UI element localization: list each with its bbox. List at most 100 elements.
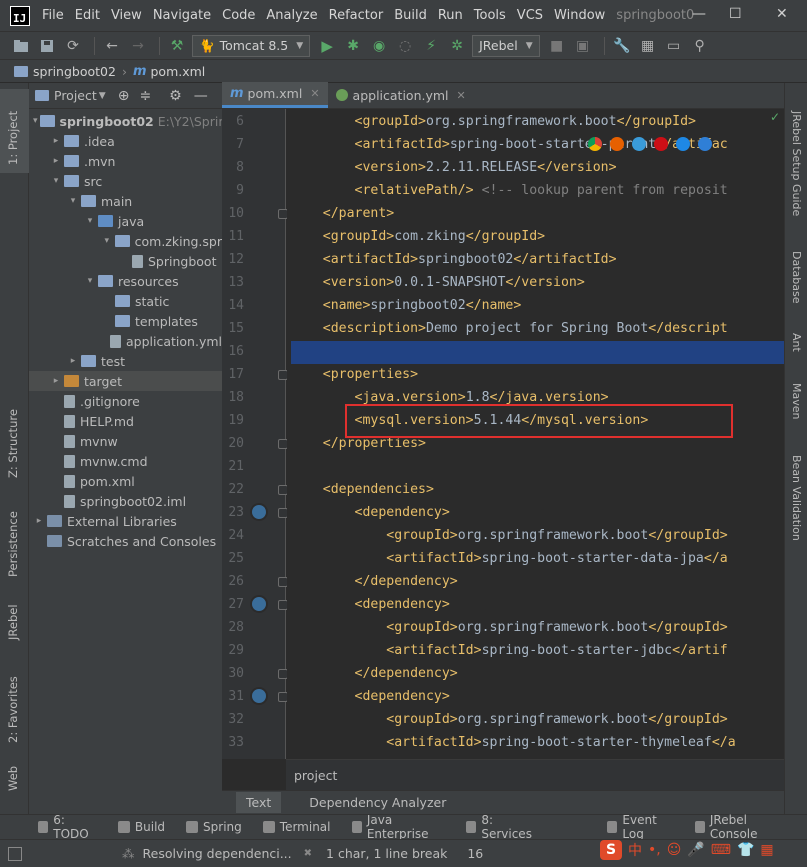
open-folder-icon[interactable] [10,35,32,57]
menu-view[interactable]: View [111,8,142,23]
locate-target-icon[interactable]: ⊕ [118,88,130,104]
chrome-icon[interactable] [588,137,602,151]
collapsed-arrow-icon[interactable]: ▸ [50,376,62,386]
menu-window[interactable]: Window [554,8,605,23]
tree-item[interactable]: ▾ springboot02 E:\Y2\Sprin [29,111,222,131]
tree-item[interactable]: application.yml [29,331,222,351]
tool-tab-ant[interactable]: Ant [790,333,803,352]
tree-item[interactable]: ▾ com.zking.spr [29,231,222,251]
tree-item[interactable]: static [29,291,222,311]
tool-window-6-todo[interactable]: 6: TODO [38,813,97,841]
tree-item[interactable]: ▾ java [29,211,222,231]
search-icon[interactable]: ⚲ [689,35,711,57]
maven-dependency-icon[interactable] [250,687,268,705]
keyboard-icon[interactable]: ⌨ [711,842,731,858]
jrebel-debug-icon[interactable]: ✲ [446,35,468,57]
tree-item[interactable]: ▸ .idea [29,131,222,151]
tool-tab-bean-validation[interactable]: Bean Validation [790,455,803,541]
tool-tab-structure[interactable]: Z: Structure [6,409,20,478]
expanded-arrow-icon[interactable]: ▾ [50,176,62,186]
chevron-down-icon[interactable]: ▼ [99,91,106,101]
menu-analyze[interactable]: Analyze [266,8,317,23]
tool-window-jrebel-console[interactable]: JRebel Console [694,813,786,841]
collapsed-arrow-icon[interactable]: ▸ [50,156,62,166]
collapse-all-icon[interactable]: ≑ [139,88,151,104]
collapsed-arrow-icon[interactable]: ▸ [33,516,45,526]
microphone-icon[interactable]: 🎤 [687,842,704,858]
wrench-settings-icon[interactable]: 🔧 [611,35,633,57]
tool-tab-favorites[interactable]: 2: Favorites [6,676,20,743]
run-icon[interactable]: ▶ [316,35,338,57]
tree-item[interactable]: mvnw.cmd [29,451,222,471]
sync-icon[interactable]: ⟳ [62,35,84,57]
tree-item[interactable]: ▾ main [29,191,222,211]
project-structure-icon[interactable]: ▦ [637,35,659,57]
tool-tab-jrebel-setup[interactable]: JRebel Setup Guide [790,111,803,216]
tree-item[interactable]: pom.xml [29,471,222,491]
debug-icon[interactable]: ✱ [342,35,364,57]
tool-window-8-services[interactable]: 8: Services [466,813,538,841]
tree-item[interactable]: ▾ src [29,171,222,191]
punctuation-icon[interactable]: •, [648,842,661,858]
caret-column[interactable]: 16 [467,846,483,861]
project-panel-title[interactable]: Project [54,88,97,103]
toolbox-icon[interactable]: ▦ [760,842,773,858]
panel-toggle-icon[interactable] [8,846,22,861]
tree-item[interactable]: ▸ .mvn [29,151,222,171]
jrebel-run-icon[interactable]: ⚡ [420,35,442,57]
terminal-window-icon[interactable]: ▭ [663,35,685,57]
background-task-text[interactable]: Resolving dependenci... [143,846,292,861]
build-hammer-icon[interactable]: ⚒ [166,35,188,57]
skin-icon[interactable]: 👕 [737,842,754,858]
tool-window-terminal[interactable]: Terminal [262,820,331,834]
save-icon[interactable] [36,35,58,57]
maven-dependency-icon[interactable] [250,503,268,521]
maximize-button[interactable]: ☐ [729,6,742,22]
back-arrow-icon[interactable]: ← [101,35,123,57]
expanded-arrow-icon[interactable]: ▾ [84,276,96,286]
tool-window-event-log[interactable]: Event Log [607,813,673,841]
expanded-arrow-icon[interactable]: ▾ [84,216,96,226]
menu-refactor[interactable]: Refactor [329,8,384,23]
collapsed-arrow-icon[interactable]: ▸ [50,136,62,146]
editor-breadcrumb-label[interactable]: project [294,768,337,783]
collapsed-arrow-icon[interactable]: ▸ [67,356,79,366]
coverage-icon[interactable]: ◉ [368,35,390,57]
selection-info[interactable]: 1 char, 1 line break [326,846,447,861]
tool-tab-persistence[interactable]: Persistence [6,511,20,577]
menu-tools[interactable]: Tools [474,8,506,23]
tool-tab-project[interactable]: 1: Project [6,111,20,165]
update-icon[interactable]: ▣ [572,35,594,57]
tab-dependency-analyzer[interactable]: Dependency Analyzer [299,792,456,813]
breadcrumb-file[interactable]: pom.xml [151,64,206,79]
minimize-button[interactable]: — [692,6,706,22]
hide-panel-icon[interactable]: — [194,88,208,104]
close-button[interactable]: ✕ [776,6,788,22]
menu-file[interactable]: File [42,8,64,23]
close-icon[interactable]: ✕ [457,89,466,102]
tree-item[interactable]: Scratches and Consoles [29,531,222,551]
tool-window-java-enterprise[interactable]: Java Enterprise [351,813,446,841]
menu-navigate[interactable]: Navigate [153,8,211,23]
sogou-ime-logo[interactable]: S [600,840,622,860]
tree-item[interactable]: springboot02.iml [29,491,222,511]
menu-vcs[interactable]: VCS [517,8,543,23]
expanded-arrow-icon[interactable]: ▾ [101,236,113,246]
tree-item[interactable]: ▾ resources [29,271,222,291]
editor-tab-application-yml[interactable]: application.yml ✕ [328,82,474,108]
tab-text[interactable]: Text [236,792,282,813]
tree-item[interactable]: .gitignore [29,391,222,411]
menu-code[interactable]: Code [222,8,255,23]
tree-item[interactable]: HELP.md [29,411,222,431]
editor-tab-pom[interactable]: m pom.xml ✕ [222,82,328,108]
tree-item[interactable]: ▸ External Libraries [29,511,222,531]
jrebel-combo[interactable]: JRebel ▼ [472,34,540,57]
menu-run[interactable]: Run [438,8,463,23]
tree-item[interactable]: Springboot [29,251,222,271]
expanded-arrow-icon[interactable]: ▾ [67,196,79,206]
gear-icon[interactable]: ⚙ [169,88,182,104]
close-icon[interactable]: ✕ [310,87,319,100]
ime-mode[interactable]: 中 [628,840,642,860]
edge-icon[interactable] [698,137,712,151]
safari-icon[interactable] [632,137,646,151]
